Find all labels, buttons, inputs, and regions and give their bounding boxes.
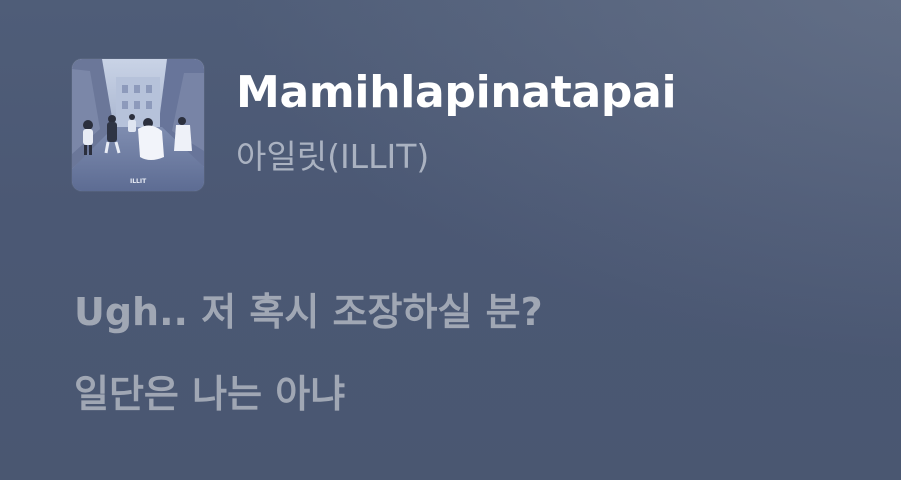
artist-name[interactable]: 아일릿(ILLIT) bbox=[236, 135, 676, 179]
lyric-line[interactable]: 일단은 나는 아냐 bbox=[74, 370, 543, 418]
song-title: Mamihlapinatapai bbox=[236, 67, 677, 118]
album-cover-image[interactable]: ILLIT bbox=[72, 59, 204, 191]
album-cover-art: ILLIT bbox=[72, 59, 204, 191]
svg-text:ILLIT: ILLIT bbox=[130, 178, 147, 185]
lyric-line[interactable]: Ugh.. 저 혹시 조장하실 분? bbox=[74, 288, 543, 336]
lyrics-panel: Ugh.. 저 혹시 조장하실 분? 일단은 나는 아냐 bbox=[74, 288, 543, 452]
now-playing-header: ILLIT Mamihlapinatapai 아일릿(ILLIT) bbox=[72, 59, 677, 191]
track-info: Mamihlapinatapai 아일릿(ILLIT) bbox=[236, 65, 677, 179]
